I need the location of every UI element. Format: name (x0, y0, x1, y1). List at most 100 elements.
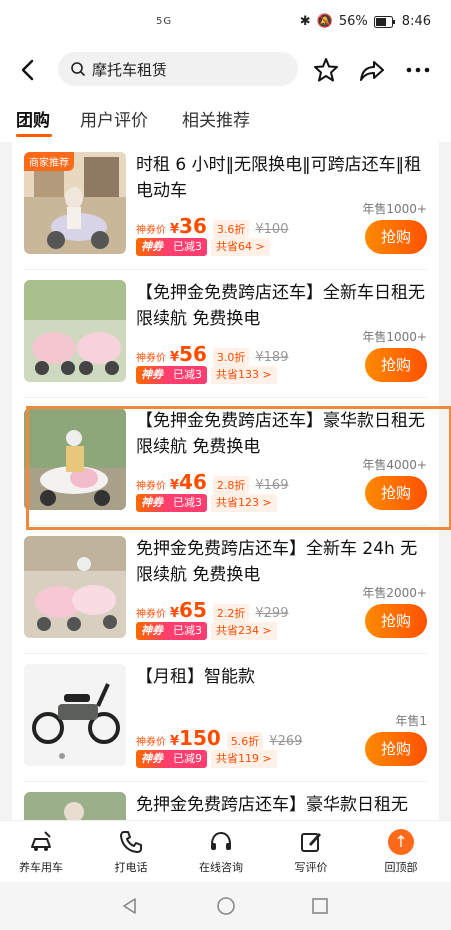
deal-list: 商家推荐 时租 6 小时‖无限换电‖可跨店还车‖租电动车 年售1000+ 神券价… (12, 142, 439, 820)
coupon-badge: 神券 (136, 622, 168, 640)
deal-item[interactable]: 【月租】智能款 年售1 神券价 ¥150 5.6折 ¥269 神券 已减9 共省… (12, 654, 439, 782)
top-bar: 摩托车租赁 (0, 44, 451, 96)
coupon-reduced: 已减9 (168, 750, 207, 768)
deal-item[interactable]: 【免押金免费跨店还车】豪华款日租无限续航 免费换电 年售4000+ 神券价 ¥4… (12, 398, 439, 526)
deal-price: ¥36 (170, 214, 207, 238)
buy-button[interactable]: 抢购 (365, 220, 427, 254)
deal-thumbnail: 商家推荐 (24, 152, 126, 254)
nav-label: 回顶部 (384, 861, 418, 874)
deal-item[interactable]: 【免押金免费跨店还车】全新车日租无限续航 免费换电 年售1000+ 神券价 ¥5… (12, 270, 439, 398)
buy-button[interactable]: 抢购 (365, 732, 427, 766)
deal-sold-count: 年售2000+ (362, 586, 427, 600)
tab-recommendations[interactable]: 相关推荐 (182, 106, 250, 131)
merchant-recommend-badge: 商家推荐 (24, 152, 74, 171)
buy-button[interactable]: 抢购 (365, 348, 427, 382)
price-label: 神券价 (136, 353, 166, 364)
nav-label: 养车用车 (19, 861, 63, 874)
tab-underline (16, 134, 52, 137)
tab-bar: 团购 用户评价 相关推荐 (0, 96, 451, 142)
coupon-badge: 神券 (136, 750, 168, 768)
nav-write-review[interactable]: 写评价 (276, 829, 346, 875)
nav-call[interactable]: 打电话 (96, 829, 166, 875)
deal-thumbnail (24, 664, 126, 766)
nav-label: 写评价 (294, 861, 328, 874)
coupon-reduced: 已减3 (168, 238, 207, 256)
share-icon[interactable] (358, 56, 386, 84)
buy-button[interactable]: 抢购 (365, 604, 427, 638)
coupon-badge: 神券 (136, 238, 168, 256)
original-price: ¥189 (255, 350, 289, 365)
deal-title: 【免押金免费跨店还车】全新车日租无限续航 免费换电 (136, 283, 425, 329)
edit-icon (301, 833, 321, 852)
tab-group-buy[interactable]: 团购 (16, 106, 50, 131)
search-query: 摩托车租赁 (92, 60, 168, 79)
deal-title: 【免押金免费跨店还车】豪华款日租无限续航 免费换电 (136, 411, 425, 457)
discount-badge: 3.6折 (212, 220, 250, 238)
price-row: 神券价 ¥65 2.2折 ¥299 (136, 598, 288, 622)
deal-item[interactable]: 免押金免费跨店还车】全新车 24h 无限续航 免费换电 年售2000+ 神券价 … (12, 526, 439, 654)
original-price: ¥299 (255, 606, 289, 621)
phone-icon (120, 831, 142, 853)
nav-label: 在线咨询 (199, 861, 243, 874)
deal-sold-count: 年售1 (395, 714, 427, 728)
star-icon[interactable] (312, 56, 340, 84)
coupon-reduced: 已减3 (168, 366, 207, 384)
clock: 8:46 (401, 14, 431, 29)
total-savings: 共省133 > (211, 366, 277, 384)
deal-item[interactable]: 免押金免费跨店还车】豪华款日租无 (12, 782, 439, 820)
search-bar[interactable]: 摩托车租赁 (58, 52, 298, 86)
total-savings: 共省64 > (211, 238, 270, 256)
bottom-nav: 养车用车 打电话 在线咨询 写评价 ↑ 回顶部 (0, 820, 451, 882)
back-icon[interactable] (14, 56, 42, 84)
coupon-reduced: 已减3 (168, 494, 207, 512)
coupon-promo[interactable]: 神券 已减3 共省123 > (136, 494, 277, 512)
original-price: ¥100 (255, 222, 289, 237)
nav-online-consult[interactable]: 在线咨询 (186, 829, 256, 875)
deal-sold-count: 年售4000+ (362, 458, 427, 472)
car-tools-icon (31, 831, 51, 851)
status-right: ✱ 🔕 56% 8:46 (300, 14, 431, 29)
status-bar: 5G ✱ 🔕 56% 8:46 (0, 0, 451, 44)
arrow-up-icon: ↑ (388, 829, 414, 855)
more-icon[interactable] (404, 56, 432, 84)
buy-button[interactable]: 抢购 (365, 476, 427, 510)
battery-text: 56% (338, 14, 368, 29)
battery-icon (373, 15, 395, 28)
price-row: 神券价 ¥56 3.0折 ¥189 (136, 342, 288, 366)
discount-badge: 2.2折 (212, 604, 250, 622)
coupon-promo[interactable]: 神券 已减3 共省64 > (136, 238, 270, 256)
deal-thumbnail (24, 536, 126, 638)
tab-reviews[interactable]: 用户评价 (80, 106, 148, 131)
system-home-icon[interactable] (216, 896, 236, 916)
system-recents-icon[interactable] (310, 896, 330, 916)
coupon-promo[interactable]: 神券 已减3 共省133 > (136, 366, 277, 384)
nav-car-care[interactable]: 养车用车 (6, 829, 76, 875)
deal-price: ¥150 (170, 726, 221, 750)
coupon-reduced: 已减3 (168, 622, 207, 640)
coupon-promo[interactable]: 神券 已减9 共省119 > (136, 750, 277, 768)
deal-title: 【月租】智能款 (136, 667, 255, 687)
price-label: 神券价 (136, 609, 166, 620)
deal-thumbnail (24, 280, 126, 382)
system-back-icon[interactable] (120, 896, 140, 916)
discount-badge: 3.0折 (212, 348, 250, 366)
price-row: 神券价 ¥46 2.8折 ¥169 (136, 470, 288, 494)
discount-badge: 5.6折 (226, 732, 264, 750)
price-row: 神券价 ¥36 3.6折 ¥100 (136, 214, 288, 238)
headset-icon (211, 831, 231, 850)
price-label: 神券价 (136, 225, 166, 236)
original-price: ¥269 (269, 734, 303, 749)
coupon-promo[interactable]: 神券 已减3 共省234 > (136, 622, 277, 640)
deal-title: 免押金免费跨店还车】豪华款日租无 (136, 795, 408, 815)
deal-sold-count: 年售1000+ (362, 202, 427, 216)
nav-back-to-top[interactable]: ↑ 回顶部 (366, 829, 436, 875)
deal-title: 时租 6 小时‖无限换电‖可跨店还车‖租电动车 (136, 155, 422, 201)
deal-item[interactable]: 商家推荐 时租 6 小时‖无限换电‖可跨店还车‖租电动车 年售1000+ 神券价… (12, 142, 439, 270)
deal-price: ¥56 (170, 342, 207, 366)
network-indicator: 5G (156, 16, 173, 27)
bluetooth-icon: ✱ (299, 14, 311, 29)
deal-thumbnail (24, 792, 126, 820)
coupon-badge: 神券 (136, 366, 168, 384)
total-savings: 共省234 > (211, 622, 277, 640)
deal-title: 免押金免费跨店还车】全新车 24h 无限续航 免费换电 (136, 539, 418, 585)
